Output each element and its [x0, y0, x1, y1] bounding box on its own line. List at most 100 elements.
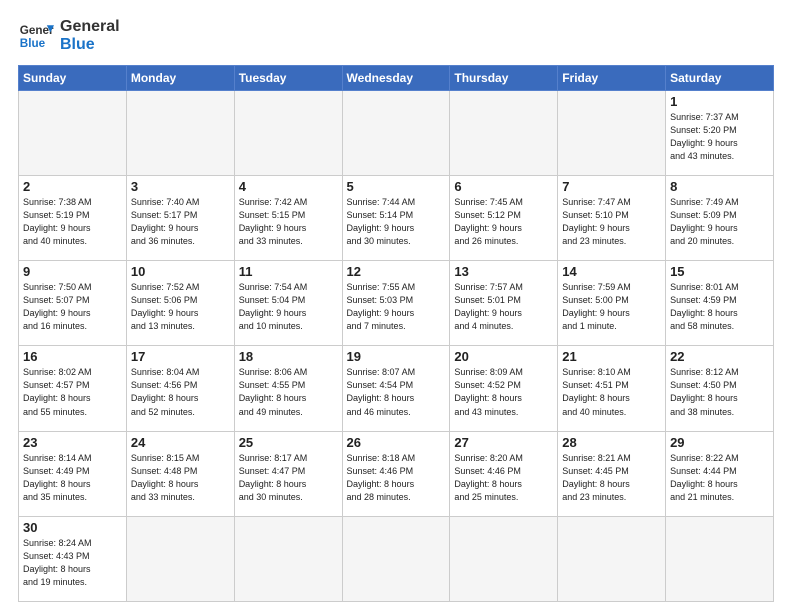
- weekday-header-saturday: Saturday: [666, 65, 774, 90]
- day-info: Sunrise: 7:52 AM Sunset: 5:06 PM Dayligh…: [131, 281, 230, 333]
- calendar-cell: 5 Sunrise: 7:44 AM Sunset: 5:14 PM Daylig…: [342, 175, 450, 260]
- calendar-cell: 12 Sunrise: 7:55 AM Sunset: 5:03 PM Dayli…: [342, 261, 450, 346]
- calendar-cell: [342, 516, 450, 601]
- calendar-cell: [19, 90, 127, 175]
- weekday-header-monday: Monday: [126, 65, 234, 90]
- day-number: 29: [670, 435, 769, 450]
- day-info: Sunrise: 7:59 AM Sunset: 5:00 PM Dayligh…: [562, 281, 661, 333]
- day-info: Sunrise: 7:57 AM Sunset: 5:01 PM Dayligh…: [454, 281, 553, 333]
- calendar-cell: 9Sunrise: 7:50 AM Sunset: 5:07 PM Daylig…: [19, 261, 127, 346]
- day-number: 19: [347, 349, 446, 364]
- calendar-cell: [126, 516, 234, 601]
- day-info: Sunrise: 7:54 AM Sunset: 5:04 PM Dayligh…: [239, 281, 338, 333]
- calendar-cell: 3 Sunrise: 7:40 AM Sunset: 5:17 PM Daylig…: [126, 175, 234, 260]
- day-number: 18: [239, 349, 338, 364]
- weekday-header-wednesday: Wednesday: [342, 65, 450, 90]
- calendar-cell: 6Sunrise: 7:45 AM Sunset: 5:12 PM Daylig…: [450, 175, 558, 260]
- calendar-cell: [450, 90, 558, 175]
- calendar-cell: 4 Sunrise: 7:42 AM Sunset: 5:15 PM Daylig…: [234, 175, 342, 260]
- day-info: Sunrise: 8:22 AM Sunset: 4:44 PM Dayligh…: [670, 452, 769, 504]
- calendar-cell: 29 Sunrise: 8:22 AM Sunset: 4:44 PM Dayli…: [666, 431, 774, 516]
- day-number: 10: [131, 264, 230, 279]
- day-info: Sunrise: 8:06 AM Sunset: 4:55 PM Dayligh…: [239, 366, 338, 418]
- day-number: 7: [562, 179, 661, 194]
- calendar-cell: 2 Sunrise: 7:38 AM Sunset: 5:19 PM Daylig…: [19, 175, 127, 260]
- day-number: 28: [562, 435, 661, 450]
- calendar-cell: [558, 516, 666, 601]
- day-info: Sunrise: 8:01 AM Sunset: 4:59 PM Dayligh…: [670, 281, 769, 333]
- calendar-week-row: 23Sunrise: 8:14 AM Sunset: 4:49 PM Dayli…: [19, 431, 774, 516]
- day-number: 3: [131, 179, 230, 194]
- calendar-cell: 30Sunrise: 8:24 AM Sunset: 4:43 PM Dayli…: [19, 516, 127, 601]
- day-info: Sunrise: 8:24 AM Sunset: 4:43 PM Dayligh…: [23, 537, 122, 589]
- calendar-cell: [450, 516, 558, 601]
- day-info: Sunrise: 8:09 AM Sunset: 4:52 PM Dayligh…: [454, 366, 553, 418]
- svg-text:Blue: Blue: [20, 37, 46, 50]
- calendar-cell: 8 Sunrise: 7:49 AM Sunset: 5:09 PM Daylig…: [666, 175, 774, 260]
- day-number: 21: [562, 349, 661, 364]
- calendar-cell: 20 Sunrise: 8:09 AM Sunset: 4:52 PM Dayli…: [450, 346, 558, 431]
- day-info: Sunrise: 8:17 AM Sunset: 4:47 PM Dayligh…: [239, 452, 338, 504]
- calendar-cell: 28Sunrise: 8:21 AM Sunset: 4:45 PM Dayli…: [558, 431, 666, 516]
- day-info: Sunrise: 7:50 AM Sunset: 5:07 PM Dayligh…: [23, 281, 122, 333]
- calendar-cell: [234, 516, 342, 601]
- day-info: Sunrise: 8:15 AM Sunset: 4:48 PM Dayligh…: [131, 452, 230, 504]
- weekday-header-friday: Friday: [558, 65, 666, 90]
- calendar-cell: 15 Sunrise: 8:01 AM Sunset: 4:59 PM Dayli…: [666, 261, 774, 346]
- day-info: Sunrise: 7:42 AM Sunset: 5:15 PM Dayligh…: [239, 196, 338, 248]
- generalblue-logo-icon: General Blue: [18, 18, 54, 54]
- day-info: Sunrise: 8:04 AM Sunset: 4:56 PM Dayligh…: [131, 366, 230, 418]
- day-info: Sunrise: 8:10 AM Sunset: 4:51 PM Dayligh…: [562, 366, 661, 418]
- day-number: 14: [562, 264, 661, 279]
- day-number: 1: [670, 94, 769, 109]
- calendar-cell: 16Sunrise: 8:02 AM Sunset: 4:57 PM Dayli…: [19, 346, 127, 431]
- day-number: 12: [347, 264, 446, 279]
- day-info: Sunrise: 8:12 AM Sunset: 4:50 PM Dayligh…: [670, 366, 769, 418]
- weekday-header-thursday: Thursday: [450, 65, 558, 90]
- calendar-cell: [558, 90, 666, 175]
- calendar-cell: [342, 90, 450, 175]
- calendar-cell: [126, 90, 234, 175]
- day-number: 25: [239, 435, 338, 450]
- logo: General Blue General Blue: [18, 18, 120, 55]
- day-number: 5: [347, 179, 446, 194]
- day-number: 4: [239, 179, 338, 194]
- logo-blue: Blue: [60, 36, 120, 54]
- calendar-cell: 11Sunrise: 7:54 AM Sunset: 5:04 PM Dayli…: [234, 261, 342, 346]
- day-number: 17: [131, 349, 230, 364]
- day-info: Sunrise: 7:47 AM Sunset: 5:10 PM Dayligh…: [562, 196, 661, 248]
- calendar-cell: 18 Sunrise: 8:06 AM Sunset: 4:55 PM Dayli…: [234, 346, 342, 431]
- day-info: Sunrise: 7:38 AM Sunset: 5:19 PM Dayligh…: [23, 196, 122, 248]
- day-info: Sunrise: 7:45 AM Sunset: 5:12 PM Dayligh…: [454, 196, 553, 248]
- day-number: 24: [131, 435, 230, 450]
- calendar-week-row: 30Sunrise: 8:24 AM Sunset: 4:43 PM Dayli…: [19, 516, 774, 601]
- day-info: Sunrise: 8:18 AM Sunset: 4:46 PM Dayligh…: [347, 452, 446, 504]
- day-info: Sunrise: 7:49 AM Sunset: 5:09 PM Dayligh…: [670, 196, 769, 248]
- calendar-week-row: 2 Sunrise: 7:38 AM Sunset: 5:19 PM Daylig…: [19, 175, 774, 260]
- day-number: 2: [23, 179, 122, 194]
- calendar-cell: 24 Sunrise: 8:15 AM Sunset: 4:48 PM Dayli…: [126, 431, 234, 516]
- day-info: Sunrise: 7:55 AM Sunset: 5:03 PM Dayligh…: [347, 281, 446, 333]
- day-number: 13: [454, 264, 553, 279]
- calendar-cell: 19 Sunrise: 8:07 AM Sunset: 4:54 PM Dayli…: [342, 346, 450, 431]
- day-info: Sunrise: 7:37 AM Sunset: 5:20 PM Dayligh…: [670, 111, 769, 163]
- calendar-table: SundayMondayTuesdayWednesdayThursdayFrid…: [18, 65, 774, 602]
- calendar-header-row: SundayMondayTuesdayWednesdayThursdayFrid…: [19, 65, 774, 90]
- calendar-cell: 7 Sunrise: 7:47 AM Sunset: 5:10 PM Daylig…: [558, 175, 666, 260]
- day-number: 15: [670, 264, 769, 279]
- day-info: Sunrise: 7:44 AM Sunset: 5:14 PM Dayligh…: [347, 196, 446, 248]
- calendar-cell: [666, 516, 774, 601]
- logo-general: General: [60, 18, 120, 36]
- calendar-cell: 22Sunrise: 8:12 AM Sunset: 4:50 PM Dayli…: [666, 346, 774, 431]
- day-info: Sunrise: 7:40 AM Sunset: 5:17 PM Dayligh…: [131, 196, 230, 248]
- day-number: 20: [454, 349, 553, 364]
- calendar-cell: [234, 90, 342, 175]
- day-number: 26: [347, 435, 446, 450]
- calendar-cell: 25 Sunrise: 8:17 AM Sunset: 4:47 PM Dayli…: [234, 431, 342, 516]
- day-info: Sunrise: 8:02 AM Sunset: 4:57 PM Dayligh…: [23, 366, 122, 418]
- calendar-cell: 10 Sunrise: 7:52 AM Sunset: 5:06 PM Dayli…: [126, 261, 234, 346]
- day-number: 8: [670, 179, 769, 194]
- day-info: Sunrise: 8:07 AM Sunset: 4:54 PM Dayligh…: [347, 366, 446, 418]
- weekday-header-tuesday: Tuesday: [234, 65, 342, 90]
- calendar-cell: 26 Sunrise: 8:18 AM Sunset: 4:46 PM Dayli…: [342, 431, 450, 516]
